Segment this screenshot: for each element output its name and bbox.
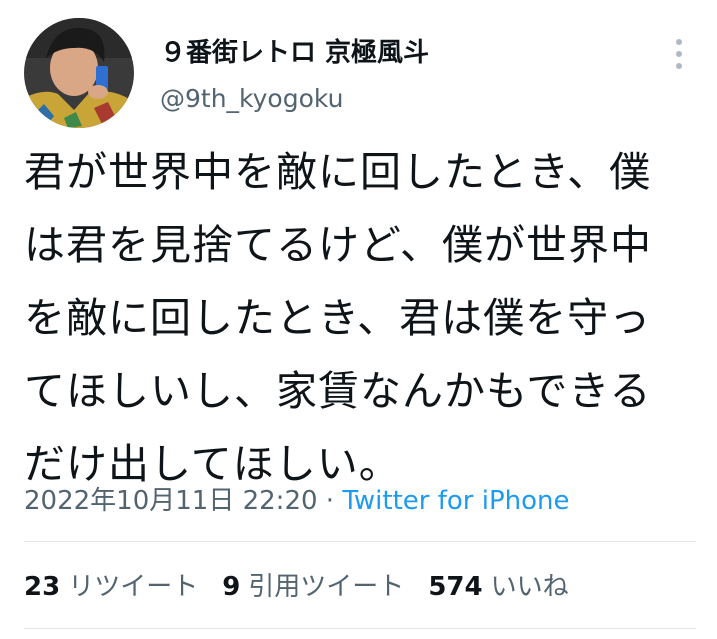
display-name[interactable]: ９番街レトロ 京極風斗: [160, 32, 429, 69]
quotes-count: 9: [222, 572, 241, 602]
quote-tweets-stat[interactable]: 9 引用ツイート: [222, 566, 404, 603]
more-vertical-icon: [676, 39, 682, 45]
likes-count: 574: [428, 572, 483, 602]
more-options-button[interactable]: [664, 34, 694, 74]
tweet-text: 君が世界中を敵に回したとき、僕 は君を見捨てるけど、僕が世界中 を敵に回したとき…: [24, 136, 700, 501]
quotes-label: 引用ツイート: [248, 572, 405, 602]
avatar-image: [24, 18, 134, 128]
tweet-text-line: てほしいし、家賃なんかもできる: [24, 367, 652, 415]
more-vertical-icon-dot: [676, 51, 682, 57]
tweet-text-line: 君が世界中を敵に回したとき、僕: [24, 148, 652, 196]
tweet-timestamp[interactable]: 2022年10月11日 22:20: [24, 486, 318, 516]
tweet-text-line: を敵に回したとき、君は僕を守っ: [24, 294, 652, 342]
likes-label: いいね: [490, 572, 569, 602]
retweets-label: リツイート: [68, 572, 199, 602]
avatar[interactable]: [24, 18, 134, 128]
retweets-count: 23: [24, 572, 61, 602]
meta-separator: ·: [325, 486, 335, 516]
tweet-stats: 23 リツイート 9 引用ツイート 574 いいね: [24, 566, 569, 603]
likes-stat[interactable]: 574 いいね: [428, 566, 568, 603]
retweets-stat[interactable]: 23 リツイート: [24, 566, 198, 603]
more-vertical-icon-dot: [676, 63, 682, 69]
tweet-meta: 2022年10月11日 22:20 · Twitter for iPhone: [24, 480, 570, 517]
tweet-source-link[interactable]: Twitter for iPhone: [342, 486, 569, 516]
divider: [24, 628, 696, 629]
divider: [24, 541, 696, 542]
user-handle[interactable]: @9th_kyogoku: [160, 84, 343, 113]
tweet-text-line: は君を見捨てるけど、僕が世界中: [24, 221, 652, 269]
